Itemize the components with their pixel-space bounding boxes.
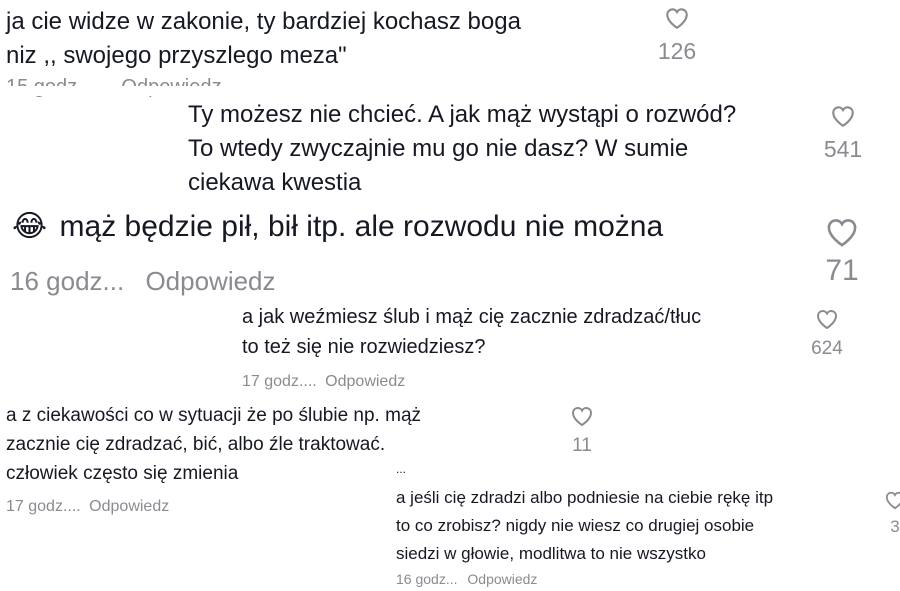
comment-2-body: 😂 mąż będzie pił, bił itp. ale rozwodu n… [12, 209, 812, 244]
comment-3-reply-button[interactable]: Odpowiedz [325, 373, 405, 390]
comment-5-like-count: 3 [890, 517, 900, 536]
comment-3-text: a jak weźmiesz ślub i mąż cię zacznie zd… [242, 306, 702, 358]
comment-0-like-count: 126 [657, 38, 697, 64]
heart-outline-icon [885, 491, 900, 510]
heart-outline-icon [572, 407, 592, 427]
comment-2-text: mąż będzie pił, bił itp. ale rozwodu nie… [59, 209, 664, 243]
crop-mask [0, 86, 900, 96]
comment-4-meta: 17 godz.... Odpowiedz [6, 498, 169, 516]
comment-2-reply-button[interactable]: Odpowiedz [145, 266, 275, 296]
comment-1-like-count: 541 [823, 136, 863, 162]
comment-5-meta: 16 godz... Odpowiedz [396, 571, 537, 587]
comment-3-like-count: 624 [811, 338, 843, 359]
comment-1-like[interactable]: 541 [815, 104, 871, 163]
comment-2-meta: 16 godz... Odpowiedz [10, 266, 276, 297]
comment-4-like-count: 11 [572, 435, 592, 456]
heart-outline-icon [827, 219, 857, 247]
laughing-emoji-icon: 😂 [12, 210, 48, 243]
comment-2-time: 16 godz... [10, 266, 125, 296]
comment-2-like-count: 71 [825, 254, 859, 287]
heart-outline-icon [666, 8, 688, 30]
comment-3-like[interactable]: 624 [802, 308, 852, 360]
comment-5-text: a jeśli cię zdradzi albo podniesie na ci… [396, 488, 774, 563]
comment-5-like[interactable]: 3 [878, 490, 900, 537]
comment-5-time: 16 godz... [396, 571, 458, 587]
comment-1-text: Ty możesz nie chcieć. A jak mąż wystąpi … [188, 101, 737, 196]
comment-4-reply-button[interactable]: Odpowiedz [89, 498, 169, 515]
comment-0-like[interactable]: 126 [650, 6, 704, 65]
comment-2-like[interactable]: 71 [814, 216, 870, 288]
comment-0-text: ja cie widze w zakonie, ty bardziej koch… [6, 8, 521, 69]
comment-4-time: 17 godz.... [6, 498, 81, 515]
comment-5-reply-button[interactable]: Odpowiedz [467, 571, 537, 587]
comment-3-meta: 17 godz.... Odpowiedz [242, 373, 405, 391]
heart-outline-icon [832, 106, 854, 128]
comment-4-like[interactable]: 11 [560, 405, 604, 457]
comment-5-username: ... [396, 462, 407, 476]
comment-4-text: a z ciekawości co w sytuacji że po ślubi… [6, 405, 422, 484]
comment-3-time: 17 godz.... [242, 373, 317, 390]
heart-outline-icon [817, 310, 837, 330]
